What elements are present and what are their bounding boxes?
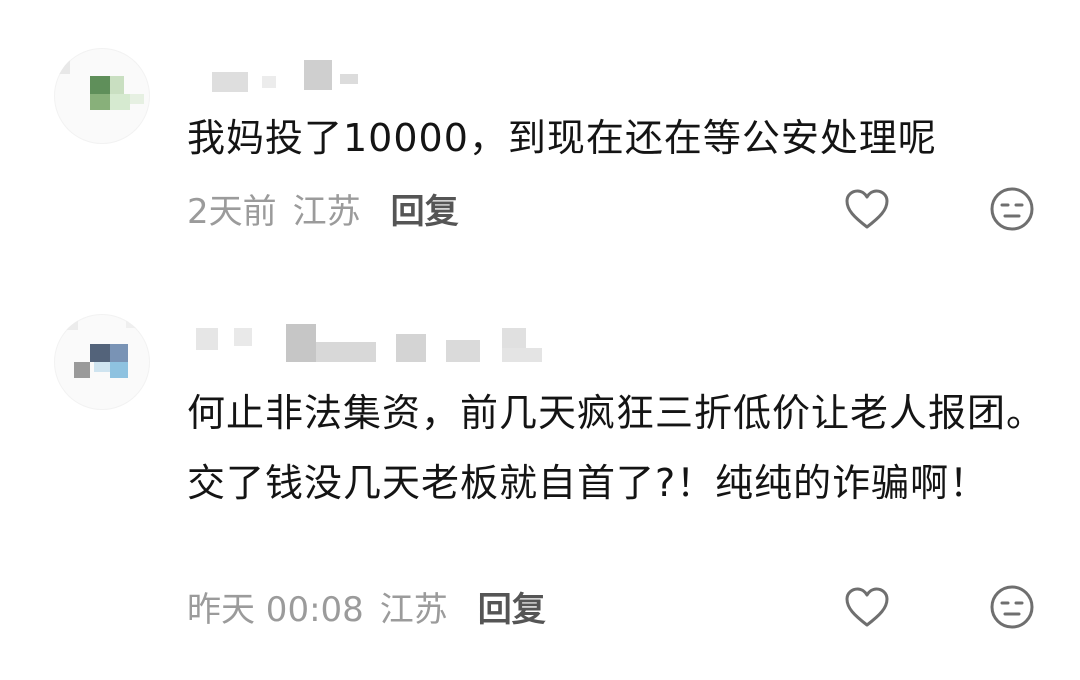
reply-button[interactable]: 回复 (478, 582, 546, 631)
avatar[interactable] (54, 314, 150, 410)
comment-item: 何止非法集资，前几天疯狂三折低价让老人报团。交了钱没几天老板就自首了?！纯纯的诈… (0, 290, 1080, 680)
comment-item: 我妈投了10000，到现在还在等公安处理呢 2天前 江苏 回复 (0, 0, 1080, 260)
comment-location: 江苏 (292, 191, 361, 232)
comment-meta: 2天前 江苏 回复 (187, 184, 459, 233)
comment-time: 昨天 00:08 (187, 589, 364, 630)
comment-text: 我妈投了10000，到现在还在等公安处理呢 (187, 116, 937, 160)
dislike-face-icon (990, 585, 1034, 629)
heart-icon (845, 587, 889, 627)
comment-time: 2天前 (187, 191, 277, 232)
like-button[interactable] (842, 582, 892, 632)
heart-icon (845, 189, 889, 229)
username[interactable] (212, 56, 372, 96)
dislike-face-icon (990, 187, 1034, 231)
like-button[interactable] (842, 184, 892, 234)
dislike-button[interactable] (987, 184, 1037, 234)
reply-button[interactable]: 回复 (391, 184, 459, 233)
comment-location: 江苏 (379, 589, 448, 630)
username[interactable] (196, 320, 566, 362)
comment-meta: 昨天 00:08 江苏 回复 (187, 582, 546, 631)
comment-text: 何止非法集资，前几天疯狂三折低价让老人报团。交了钱没几天老板就自首了?！纯纯的诈… (187, 391, 1046, 505)
dislike-button[interactable] (987, 582, 1037, 632)
avatar[interactable] (54, 48, 150, 144)
